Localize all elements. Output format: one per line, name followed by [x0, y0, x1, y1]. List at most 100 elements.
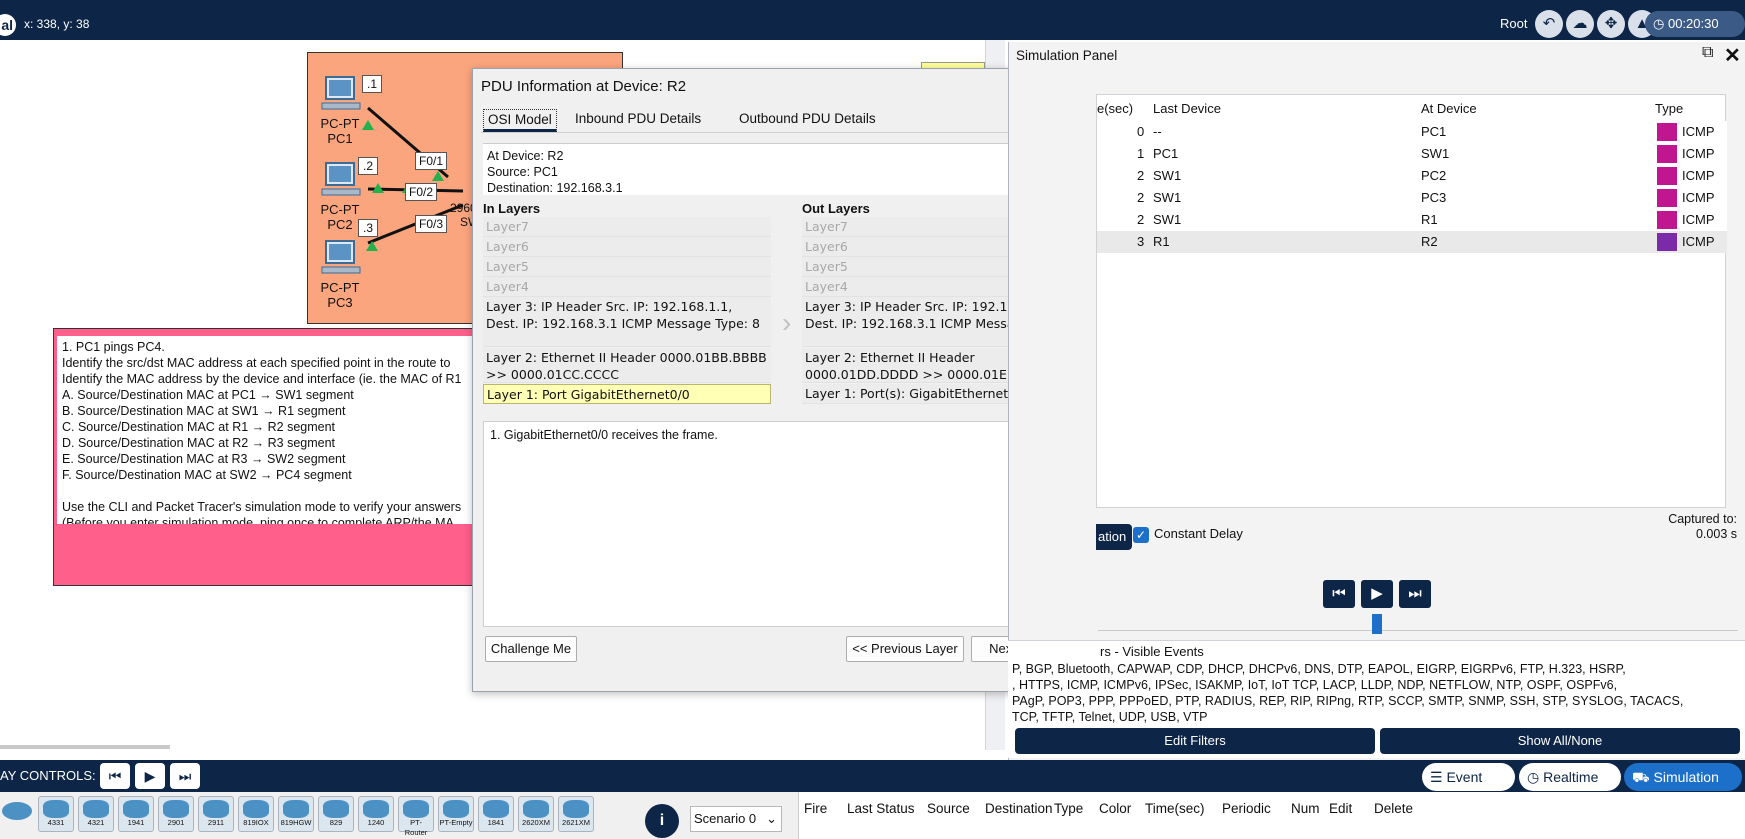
skip-back-icon[interactable]: ⏮	[1323, 580, 1355, 608]
router-icon	[283, 800, 309, 818]
event-row[interactable]: 2 SW1 PC2 ICMP	[1097, 165, 1727, 187]
cloud-icon[interactable]: ☁	[1566, 10, 1594, 38]
device-tile[interactable]: 819HGW	[278, 796, 314, 832]
event-row[interactable]: 2 SW1 PC3 ICMP	[1097, 187, 1727, 209]
in-layer6[interactable]: Layer6	[483, 237, 771, 257]
pc3-device[interactable]: PC-PT PC3	[310, 239, 370, 310]
play-icon[interactable]: ▶	[1361, 580, 1393, 608]
constant-delay-label: Constant Delay	[1154, 526, 1243, 541]
event-list-button[interactable]: ☰ Event List	[1422, 763, 1515, 813]
event-list-table[interactable]: e(sec) Last Device At Device Type 0 -- PC1…	[1096, 94, 1727, 508]
pc2-name: PC2	[327, 217, 353, 232]
skip-forward-icon[interactable]: ⏭	[170, 763, 200, 789]
challenge-me-button[interactable]: Challenge Me	[485, 636, 577, 662]
tab-outbound-pdu-details[interactable]: Outbound PDU Details	[735, 109, 880, 128]
in-layer1[interactable]: Layer 1: Port GigabitEthernet0/0	[483, 384, 771, 404]
pdu-list-col[interactable]: Delete	[1374, 801, 1413, 816]
pc2-device[interactable]: PC-PT PC2	[310, 161, 370, 232]
speed-slider-track[interactable]	[1098, 630, 1738, 631]
event-color-swatch	[1657, 145, 1677, 163]
device-tile[interactable]: 2901	[158, 796, 194, 832]
col-time[interactable]: e(sec)	[1097, 101, 1133, 116]
pdu-list-col[interactable]: Destination	[985, 801, 1053, 816]
show-all-none-button[interactable]: Show All/None	[1380, 728, 1740, 754]
top-bar: al x: 338, y: 38 Root ↶ ☁ ✥ ▲ ◷ 00:20:30	[0, 8, 1745, 40]
task-note[interactable]: 1. PC1 pings PC4. Identify the src/dst M…	[53, 328, 487, 586]
device-tile[interactable]: 1941	[118, 796, 154, 832]
clock-icon: ◷	[1653, 16, 1665, 31]
tab-inbound-pdu-details[interactable]: Inbound PDU Details	[571, 109, 705, 128]
device-tile[interactable]: 1841	[478, 796, 514, 832]
event-color-swatch	[1657, 189, 1677, 207]
col-type[interactable]: Type	[1655, 101, 1683, 116]
previous-layer-button[interactable]: << Previous Layer	[846, 636, 964, 662]
captured-to: Captured to: 0.003 s	[1637, 512, 1737, 542]
pdu-list-col[interactable]: Source	[927, 801, 970, 816]
root-label[interactable]: Root	[1500, 16, 1527, 31]
captured-label: Captured to:	[1668, 512, 1737, 526]
device-tile[interactable]: 2911	[198, 796, 234, 832]
in-layers-list: Layer7 Layer6 Layer5 Layer4 Layer 3: IP …	[483, 217, 771, 417]
router-icon	[363, 800, 389, 818]
device-tile[interactable]: 4321	[78, 796, 114, 832]
info-icon[interactable]: i	[645, 804, 679, 838]
realtime-button[interactable]: ◷ Realtime	[1519, 763, 1621, 791]
workspace-scrollbar-horizontal[interactable]	[0, 745, 170, 749]
skip-forward-icon[interactable]: ⏭	[1399, 580, 1431, 608]
device-tile[interactable]: 2621XM	[558, 796, 594, 832]
clock-display[interactable]: ◷ 00:20:30	[1645, 11, 1745, 37]
pc-icon	[321, 162, 361, 196]
auto-capture-button[interactable]: ation	[1096, 524, 1132, 550]
chevron-down-icon: ⌄	[766, 811, 777, 826]
logical-mode-badge[interactable]: al	[0, 14, 16, 36]
in-layer5[interactable]: Layer5	[483, 257, 771, 277]
device-tile[interactable]: 819IOX	[238, 796, 274, 832]
router-category-icon[interactable]	[2, 802, 32, 824]
skip-back-icon[interactable]: ⏮	[100, 763, 130, 789]
task-line: B. Source/Destination MAC at SW1 → R1 se…	[62, 404, 346, 418]
event-last-device: SW1	[1153, 212, 1182, 227]
constant-delay-checkbox[interactable]: ✓	[1133, 527, 1149, 543]
play-icon[interactable]: ▶	[135, 763, 165, 789]
device-tile[interactable]: 829	[318, 796, 354, 832]
pdu-list-col[interactable]: Color	[1099, 801, 1131, 816]
router-icon	[323, 800, 349, 818]
move-icon[interactable]: ✥	[1597, 10, 1625, 38]
speed-slider-handle[interactable]	[1372, 614, 1382, 634]
pdu-list-col[interactable]: Periodic	[1222, 801, 1271, 816]
event-row[interactable]: 0 -- PC1 ICMP	[1097, 121, 1727, 143]
pdu-list-col[interactable]: Num	[1291, 801, 1320, 816]
col-at-device[interactable]: At Device	[1421, 101, 1477, 116]
tab-osi-model[interactable]: OSI Model	[483, 109, 557, 132]
pdu-list-col[interactable]: Fire	[804, 801, 827, 816]
in-layer7[interactable]: Layer7	[483, 217, 771, 237]
device-tile[interactable]: PT-Router	[398, 796, 434, 837]
event-row[interactable]: 1 PC1 SW1 ICMP	[1097, 143, 1727, 165]
pc1-device[interactable]: PC-PT PC1	[310, 75, 370, 146]
in-layer2[interactable]: Layer 2: Ethernet II Header 0000.01BB.BB…	[483, 348, 771, 383]
event-row[interactable]: 3 R1 R2 ICMP	[1097, 231, 1727, 253]
pdu-list-col[interactable]: Type	[1054, 801, 1083, 816]
pdu-list-col[interactable]: Time(sec)	[1145, 801, 1205, 816]
event-row[interactable]: 2 SW1 R1 ICMP	[1097, 209, 1727, 231]
task-line: 1. PC1 pings PC4.	[62, 340, 165, 354]
router-icon	[203, 800, 229, 818]
task-line: D. Source/Destination MAC at R2 → R3 seg…	[62, 436, 336, 450]
pdu-list-col[interactable]: Edit	[1329, 801, 1352, 816]
col-last-device[interactable]: Last Device	[1153, 101, 1221, 116]
device-tile[interactable]: PT-Empty	[438, 796, 474, 832]
edit-filters-button[interactable]: Edit Filters	[1015, 728, 1375, 754]
restore-icon[interactable]: ⧉	[1702, 44, 1713, 62]
pdu-info-box: At Device: R2 Source: PC1 Destination: 1…	[483, 143, 1090, 195]
in-layer3[interactable]: Layer 3: IP Header Src. IP: 192.168.1.1,…	[483, 297, 771, 347]
simulation-button[interactable]: ⛟ Simulation	[1624, 763, 1742, 791]
in-layer4[interactable]: Layer4	[483, 277, 771, 297]
back-arrow-icon[interactable]: ↶	[1535, 10, 1563, 38]
device-tile[interactable]: 2620XM	[518, 796, 554, 832]
pdu-list-col[interactable]: Last Status	[847, 801, 915, 816]
device-tile[interactable]: 4331	[38, 796, 74, 832]
device-tile[interactable]: 1240	[358, 796, 394, 832]
close-icon[interactable]: ✕	[1724, 43, 1741, 68]
event-color-swatch	[1657, 167, 1677, 185]
scenario-select[interactable]: Scenario 0 ⌄	[690, 806, 782, 832]
